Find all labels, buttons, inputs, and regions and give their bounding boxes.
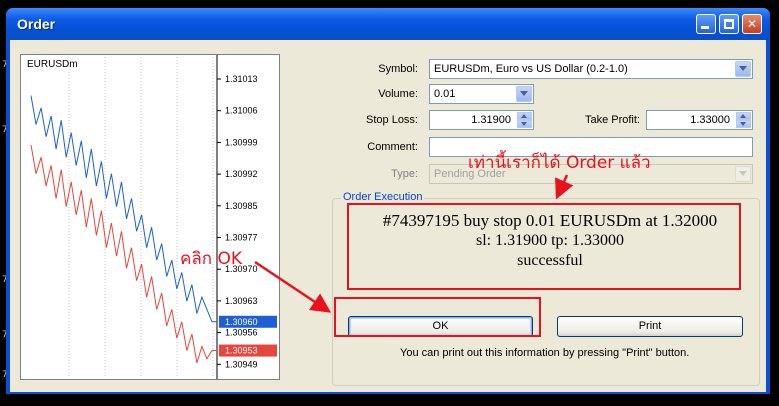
arrow-to-result (555, 174, 574, 200)
annotation-arrows (254, 174, 574, 313)
arrow-to-ok (254, 260, 332, 313)
